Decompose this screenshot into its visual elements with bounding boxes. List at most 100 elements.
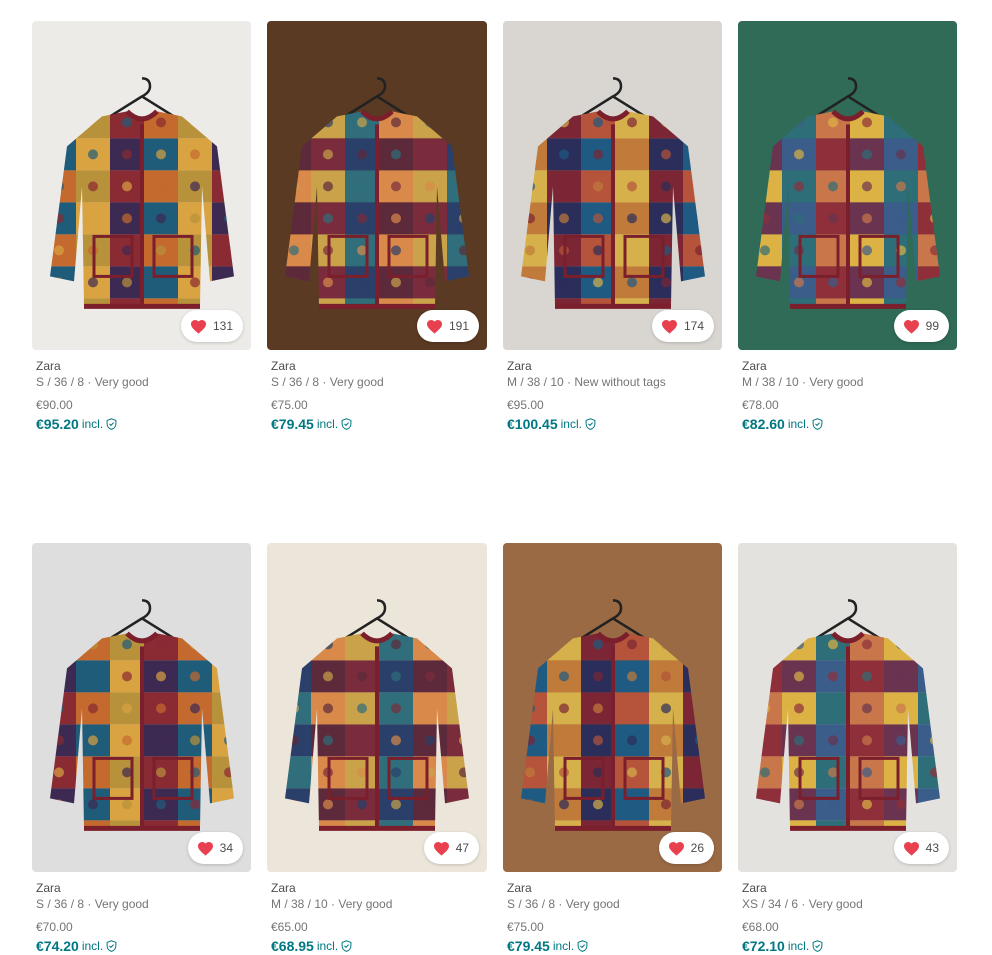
item-brand[interactable]: Zara [271, 359, 483, 373]
favorite-count: 34 [219, 841, 233, 855]
favorite-button[interactable]: 174 [651, 310, 714, 342]
item-photo[interactable]: 26 [503, 543, 722, 872]
item-total-price[interactable]: €68.95 incl. [271, 937, 483, 955]
item-card[interactable]: 47 Zara M / 38 / 10 · Very good €65.00 €… [267, 543, 487, 955]
total-amount: €79.45 [507, 938, 550, 954]
jacket-illustration [49, 76, 234, 309]
favorite-button[interactable]: 26 [658, 832, 714, 864]
jacket-illustration [520, 598, 705, 831]
item-size-condition: S / 36 / 8 · Very good [36, 375, 149, 389]
item-size-condition: M / 38 / 10 · New without tags [507, 375, 666, 389]
incl-label: incl. [787, 417, 810, 431]
jacket-illustration [285, 598, 469, 831]
shield-check-icon [338, 418, 352, 430]
favorite-count: 47 [455, 841, 469, 855]
item-price: €90.00 [36, 398, 73, 412]
item-photo[interactable]: 43 [738, 543, 957, 872]
shield-check-icon [574, 940, 588, 952]
item-total-price[interactable]: €72.10 incl. [742, 937, 953, 955]
shield-check-icon [103, 418, 117, 430]
item-card[interactable]: 99 Zara M / 38 / 10 · Very good €78.00 €… [738, 21, 957, 433]
favorite-count: 131 [212, 319, 233, 333]
item-price: €78.00 [742, 398, 779, 412]
item-card[interactable]: 131 Zara S / 36 / 8 · Very good €90.00 €… [32, 21, 251, 433]
item-brand[interactable]: Zara [36, 881, 247, 895]
favorite-button[interactable]: 131 [180, 310, 243, 342]
item-photo[interactable]: 34 [32, 543, 251, 872]
item-price: €65.00 [271, 920, 308, 934]
jacket-illustration [49, 598, 234, 831]
heart-icon [903, 319, 920, 334]
item-total-price[interactable]: €79.45 incl. [271, 415, 483, 433]
incl-label: incl. [81, 417, 104, 431]
item-card[interactable]: 34 Zara S / 36 / 8 · Very good €70.00 €7… [32, 543, 251, 955]
total-amount: €95.20 [36, 416, 79, 432]
favorite-button[interactable]: 34 [187, 832, 243, 864]
heart-icon [426, 319, 443, 334]
item-price: €75.00 [507, 920, 544, 934]
shield-check-icon [582, 418, 596, 430]
shield-check-icon [338, 940, 352, 952]
favorite-count: 43 [925, 841, 939, 855]
heart-icon [668, 841, 685, 856]
favorite-count: 174 [683, 319, 704, 333]
item-grid: 131 Zara S / 36 / 8 · Very good €90.00 €… [32, 21, 957, 955]
item-size-condition: M / 38 / 10 · Very good [742, 375, 864, 389]
favorite-button[interactable]: 99 [893, 310, 949, 342]
total-amount: €68.95 [271, 938, 314, 954]
incl-label: incl. [81, 939, 104, 953]
item-card[interactable]: 26 Zara S / 36 / 8 · Very good €75.00 €7… [503, 543, 722, 955]
item-price: €68.00 [742, 920, 779, 934]
shield-check-icon [809, 940, 823, 952]
incl-label: incl. [787, 939, 810, 953]
shield-check-icon [103, 940, 117, 952]
item-total-price[interactable]: €95.20 incl. [36, 415, 247, 433]
favorite-count: 26 [690, 841, 704, 855]
item-brand[interactable]: Zara [271, 881, 483, 895]
total-amount: €100.45 [507, 416, 558, 432]
item-photo[interactable]: 99 [738, 21, 957, 350]
item-total-price[interactable]: €100.45 incl. [507, 415, 718, 433]
heart-icon [197, 841, 214, 856]
item-card[interactable]: 191 Zara S / 36 / 8 · Very good €75.00 €… [267, 21, 487, 433]
item-total-price[interactable]: €74.20 incl. [36, 937, 247, 955]
item-brand[interactable]: Zara [36, 359, 247, 373]
favorite-button[interactable]: 191 [416, 310, 479, 342]
item-brand[interactable]: Zara [742, 359, 953, 373]
incl-label: incl. [316, 417, 339, 431]
heart-icon [903, 841, 920, 856]
item-price: €70.00 [36, 920, 73, 934]
item-total-price[interactable]: €82.60 incl. [742, 415, 953, 433]
heart-icon [433, 841, 450, 856]
incl-label: incl. [552, 939, 575, 953]
favorite-button[interactable]: 47 [423, 832, 479, 864]
item-card[interactable]: 174 Zara M / 38 / 10 · New without tags … [503, 21, 722, 433]
item-card[interactable]: 43 Zara XS / 34 / 6 · Very good €68.00 €… [738, 543, 957, 955]
item-size-condition: S / 36 / 8 · Very good [507, 897, 620, 911]
item-photo[interactable]: 47 [267, 543, 487, 872]
item-size-condition: XS / 34 / 6 · Very good [742, 897, 863, 911]
item-total-price[interactable]: €79.45 incl. [507, 937, 718, 955]
incl-label: incl. [560, 417, 582, 431]
shield-check-icon [809, 418, 823, 430]
item-photo[interactable]: 174 [503, 21, 722, 350]
item-size-condition: S / 36 / 8 · Very good [271, 375, 384, 389]
favorite-button[interactable]: 43 [893, 832, 949, 864]
item-brand[interactable]: Zara [507, 359, 718, 373]
total-amount: €74.20 [36, 938, 79, 954]
jacket-illustration [285, 76, 469, 309]
item-brand[interactable]: Zara [742, 881, 953, 895]
item-size-condition: M / 38 / 10 · Very good [271, 897, 393, 911]
item-photo[interactable]: 131 [32, 21, 251, 350]
total-amount: €82.60 [742, 416, 785, 432]
item-size-condition: S / 36 / 8 · Very good [36, 897, 149, 911]
jacket-illustration [755, 598, 940, 831]
total-amount: €79.45 [271, 416, 314, 432]
total-amount: €72.10 [742, 938, 785, 954]
item-brand[interactable]: Zara [507, 881, 718, 895]
item-photo[interactable]: 191 [267, 21, 487, 350]
item-price: €95.00 [507, 398, 544, 412]
incl-label: incl. [316, 939, 339, 953]
favorite-count: 99 [925, 319, 939, 333]
favorite-count: 191 [448, 319, 469, 333]
